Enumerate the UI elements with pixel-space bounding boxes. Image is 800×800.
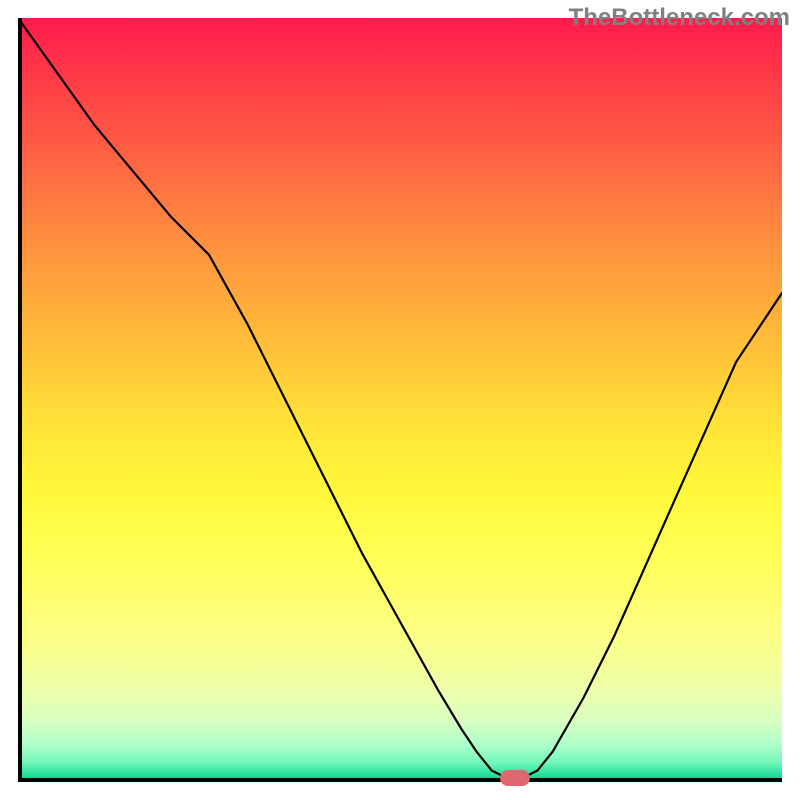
watermark-text: TheBottleneck.com — [569, 4, 790, 32]
chart-curve — [18, 18, 782, 782]
minimum-marker — [500, 770, 530, 786]
